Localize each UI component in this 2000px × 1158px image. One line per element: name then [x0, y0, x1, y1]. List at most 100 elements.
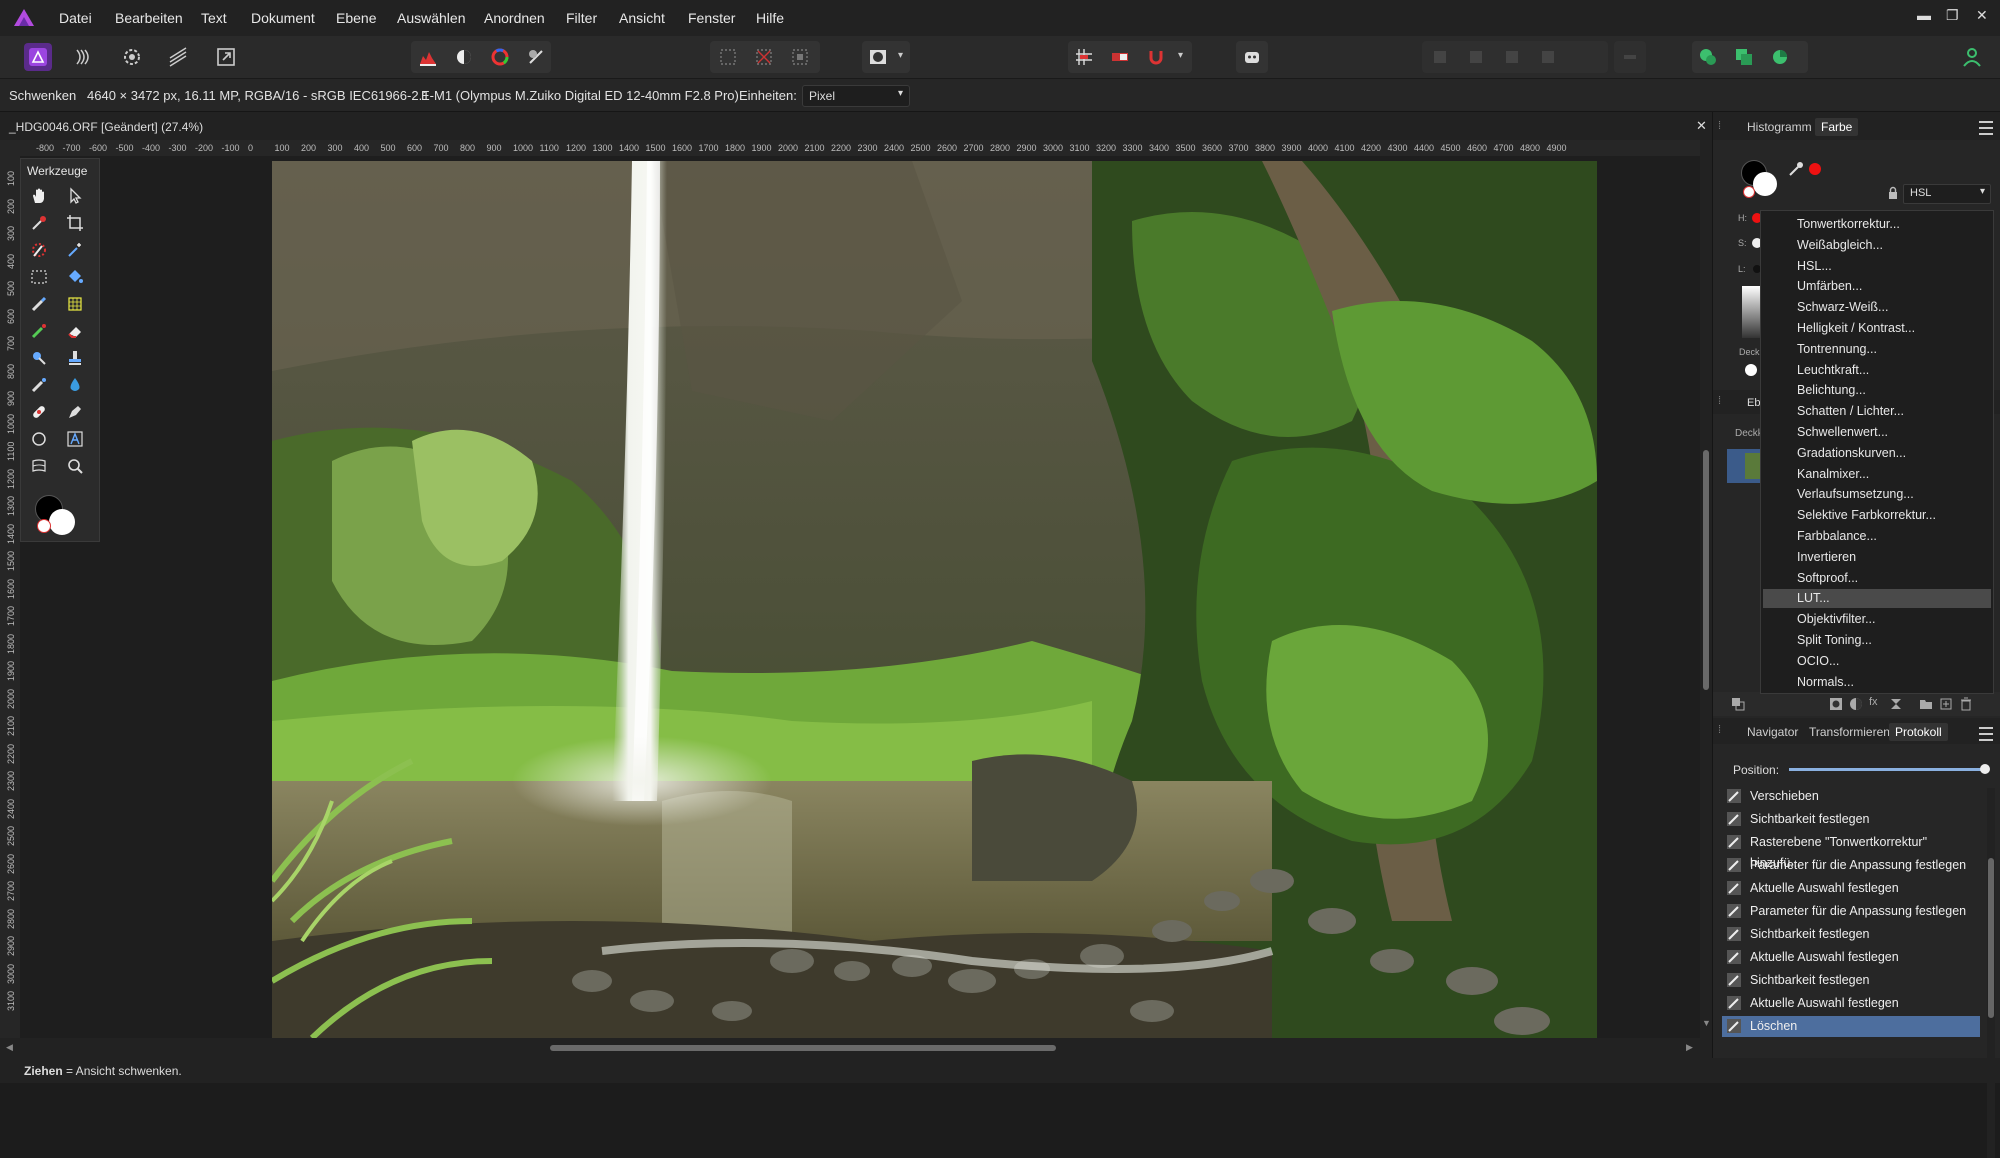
history-position-handle[interactable] [1980, 764, 1990, 774]
close-document-icon[interactable]: ✕ [1696, 118, 1707, 134]
vertical-scrollbar[interactable]: ▼ [1700, 140, 1712, 1038]
color-replacement-tool[interactable] [27, 320, 51, 342]
menu-ebene[interactable]: Ebene [336, 10, 376, 26]
menu-bearbeiten[interactable]: Bearbeiten [115, 10, 183, 26]
adjustment-menu-item[interactable]: Verlaufsumsetzung... [1763, 485, 1991, 504]
adjustment-menu-item[interactable]: Farbbalance... [1763, 527, 1991, 546]
tab-protokoll[interactable]: Protokoll [1889, 723, 1948, 741]
stroke-color-swatch[interactable] [1753, 172, 1777, 196]
tab-histogramm[interactable]: Histogramm [1747, 120, 1812, 134]
panel-grip-icon[interactable]: ⁞ [1718, 395, 1721, 407]
horizontal-scroll-thumb[interactable] [550, 1045, 1056, 1051]
panel-grip-icon[interactable]: ⁞ [1718, 724, 1721, 736]
add-shape-button[interactable] [1694, 43, 1722, 71]
adjustment-menu-item[interactable]: Weißabgleich... [1763, 236, 1991, 255]
minimize-icon[interactable]: ▬ [1917, 7, 1931, 23]
assistant-toggle-button[interactable] [1106, 43, 1134, 71]
healing-brush-tool[interactable] [27, 401, 51, 423]
color-mode-select[interactable]: HSL ▾ [1903, 184, 1991, 204]
crop-tool[interactable] [63, 212, 87, 234]
history-scrollbar[interactable] [1987, 788, 1995, 1158]
layer-row-selected[interactable] [1727, 449, 1763, 483]
secondary-color-swatch[interactable] [49, 509, 75, 535]
develop-persona-button[interactable] [118, 43, 146, 71]
quick-mask-button[interactable] [864, 43, 892, 71]
eyedropper-icon[interactable] [1787, 160, 1805, 178]
none-color-icon[interactable] [1743, 186, 1755, 198]
paint-brush-tool[interactable] [27, 293, 51, 315]
panel-grip-icon[interactable]: ⁞ [1718, 120, 1721, 132]
tab-farbe[interactable]: Farbe [1815, 118, 1859, 136]
adjustment-menu-item[interactable]: Selektive Farbkorrektur... [1763, 506, 1991, 525]
tab-navigator[interactable]: Navigator [1747, 725, 1798, 739]
history-item[interactable]: Verschieben [1722, 786, 1980, 807]
close-window-icon[interactable]: ✕ [1976, 7, 1988, 24]
erase-brush-tool[interactable] [63, 320, 87, 342]
document-tab[interactable]: _HDG0046.ORF [Geändert] (27.4%) ✕ [0, 112, 1712, 140]
deselect-button[interactable] [750, 43, 778, 71]
adjustment-menu-item[interactable]: Kanalmixer... [1763, 465, 1991, 484]
flood-fill-tool[interactable] [63, 266, 87, 288]
lock-icon[interactable] [1887, 186, 1899, 200]
adjustment-menu-item[interactable]: Helligkeit / Kontrast... [1763, 319, 1991, 338]
arrange-3-button[interactable] [1498, 43, 1526, 71]
tab-ebenen[interactable]: Eb [1747, 397, 1760, 409]
panel-menu-icon[interactable] [1979, 121, 1993, 135]
menu-dokument[interactable]: Dokument [251, 10, 315, 26]
tab-transformieren[interactable]: Transformieren [1809, 725, 1890, 739]
no-color-icon[interactable] [37, 519, 51, 533]
adjustment-menu-item[interactable]: Umfärben... [1763, 277, 1991, 296]
liquify-persona-button[interactable] [70, 43, 98, 71]
quick-mask-dropdown-icon[interactable]: ▾ [898, 50, 903, 61]
adjustment-menu-item[interactable]: Invertieren [1763, 548, 1991, 567]
adjustment-menu-item[interactable]: Schatten / Lichter... [1763, 402, 1991, 421]
history-item[interactable]: Aktuelle Auswahl festlegen [1722, 878, 1980, 899]
levels-button[interactable] [414, 43, 442, 71]
adjustment-menu-item[interactable]: Belichtung... [1763, 381, 1991, 400]
menu-fenster[interactable]: Fenster [688, 10, 735, 26]
move-tool[interactable] [63, 185, 87, 207]
color-picker-tool[interactable] [27, 212, 51, 234]
adjustment-menu-item[interactable]: Normals... [1763, 673, 1991, 692]
adjustment-menu-item[interactable]: Schwarz-Weiß... [1763, 298, 1991, 317]
snapping-button[interactable] [1070, 43, 1098, 71]
adjustment-layer-icon[interactable] [1849, 697, 1863, 711]
menu-datei[interactable]: Datei [59, 10, 92, 26]
ellipse-tool[interactable] [27, 428, 51, 450]
history-item[interactable]: Parameter für die Anpassung festlegen [1722, 901, 1980, 922]
history-item[interactable]: Parameter für die Anpassung festlegen [1722, 855, 1980, 876]
scroll-left-arrow-icon[interactable]: ◀ [6, 1042, 13, 1053]
history-position-slider[interactable] [1789, 768, 1985, 771]
dodge-tool[interactable] [27, 347, 51, 369]
adjustment-menu-item[interactable]: Tontrennung... [1763, 340, 1991, 359]
marquee-tool[interactable] [27, 266, 51, 288]
adjustment-menu-item[interactable]: Schwellenwert... [1763, 423, 1991, 442]
menu-auswaehlen[interactable]: Auswählen [397, 10, 466, 26]
restore-icon[interactable]: ❐ [1946, 7, 1959, 24]
snap-magnet-button[interactable] [1142, 43, 1170, 71]
opacity-slider-handle[interactable] [1745, 364, 1757, 376]
menu-anordnen[interactable]: Anordnen [484, 10, 545, 26]
zoom-tool[interactable] [63, 455, 87, 477]
assistant-button[interactable] [1238, 43, 1266, 71]
adjustment-menu-item[interactable]: Objektivfilter... [1763, 610, 1991, 629]
live-filter-icon[interactable] [1889, 697, 1903, 711]
history-item[interactable]: Löschen [1722, 1016, 1980, 1037]
adjustment-menu-item[interactable]: Leuchtkraft... [1763, 361, 1991, 380]
vertical-scroll-thumb[interactable] [1703, 450, 1709, 690]
export-persona-button[interactable] [212, 43, 240, 71]
adjustment-menu-item[interactable]: Gradationskurven... [1763, 444, 1991, 463]
horizontal-scrollbar[interactable]: ◀ ▶ [0, 1038, 1712, 1058]
arrange-1-button[interactable] [1426, 43, 1454, 71]
subtract-shape-button[interactable] [1730, 43, 1758, 71]
pixel-tool[interactable] [63, 293, 87, 315]
adjustment-menu-item[interactable]: Softproof... [1763, 569, 1991, 588]
snapping-dropdown-icon[interactable]: ▾ [1178, 50, 1183, 61]
group-folder-icon[interactable] [1919, 697, 1933, 711]
scroll-right-arrow-icon[interactable]: ▶ [1686, 1042, 1693, 1053]
add-layer-icon[interactable] [1939, 697, 1953, 711]
menu-text[interactable]: Text [201, 10, 227, 26]
history-scroll-thumb[interactable] [1988, 858, 1994, 1018]
arrange-4-button[interactable] [1534, 43, 1562, 71]
fx-icon[interactable]: fx [1869, 696, 1878, 708]
